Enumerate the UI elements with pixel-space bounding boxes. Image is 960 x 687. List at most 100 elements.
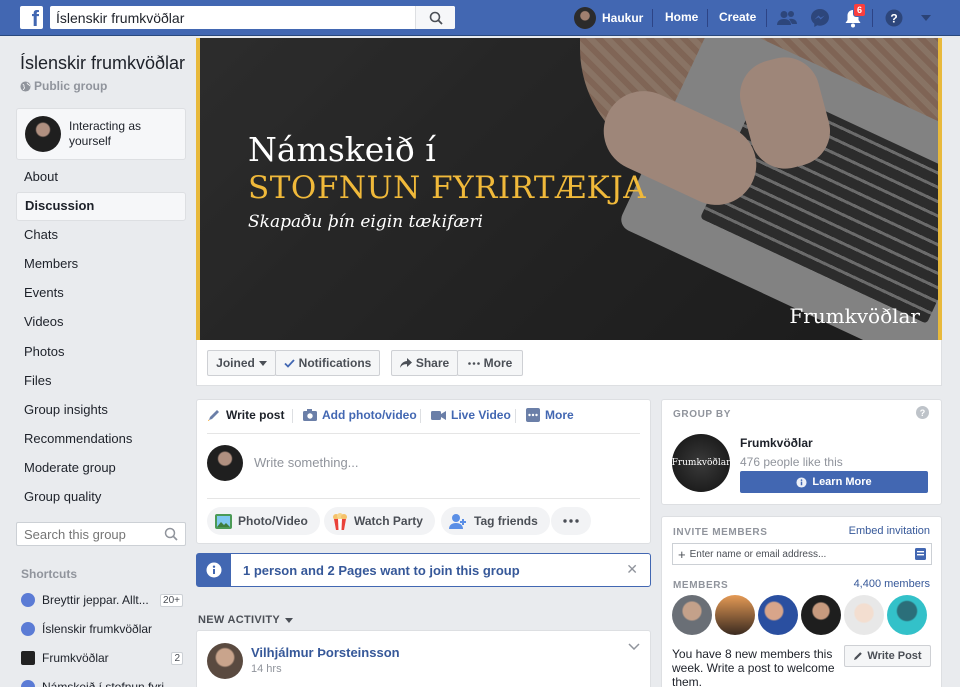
home-link[interactable]: Home — [665, 10, 698, 24]
shortcut-label: Íslenskir frumkvöðlar — [42, 622, 153, 636]
tab-more[interactable]: More — [526, 408, 574, 422]
shortcut-item[interactable]: Námskeið í stofnun fyri — [21, 677, 183, 687]
sidebar-item-about[interactable]: About — [16, 163, 186, 192]
member-avatars — [672, 595, 927, 635]
invite-input[interactable]: + Enter name or email address... — [672, 543, 932, 565]
sidebar-item-discussion[interactable]: Discussion — [16, 192, 186, 222]
friend-requests-button[interactable] — [776, 7, 798, 29]
contacts-icon[interactable] — [915, 548, 926, 560]
shortcut-label: Breyttir jeppar. Allt... — [42, 593, 149, 607]
page-likes: 476 people like this — [740, 455, 843, 469]
embed-invitation-link[interactable]: Embed invitation — [849, 525, 930, 537]
interacting-as-switcher[interactable]: Interacting as yourself — [16, 108, 186, 160]
sidebar-item-videos[interactable]: Videos — [16, 308, 186, 337]
nav-divider — [707, 9, 708, 27]
sidebar-item-chats[interactable]: Chats — [16, 221, 186, 250]
nav-divider — [872, 9, 873, 27]
shortcut-item[interactable]: Breyttir jeppar. Allt... 20+ — [21, 590, 183, 610]
sidebar-item-members[interactable]: Members — [16, 250, 186, 279]
sidebar-item-events[interactable]: Events — [16, 279, 186, 308]
feed-post: Vilhjálmur Þorsteinsson 14 hrs — [196, 630, 651, 687]
tab-divider — [420, 409, 421, 423]
watch-party-button[interactable]: Watch Party — [324, 507, 435, 535]
group-search-input[interactable] — [17, 523, 157, 545]
post-author-avatar[interactable] — [207, 643, 243, 679]
post-author-name[interactable]: Vilhjálmur Þorsteinsson — [251, 645, 400, 660]
sidebar-item-group-insights[interactable]: Group insights — [16, 396, 186, 425]
cover-photo[interactable]: Námskeið í STOFNUN FYRIRTÆKJA Skapaðu þí… — [196, 38, 942, 340]
profile-link[interactable]: Haukur — [574, 6, 643, 30]
cover-title-line2: STOFNUN FYRIRTÆKJA — [248, 170, 647, 206]
member-avatar[interactable] — [801, 595, 841, 635]
cover-title-line1: Námskeið í — [248, 130, 436, 169]
tab-write-post[interactable]: Write post — [207, 408, 284, 422]
join-requests-text[interactable]: 1 person and 2 Pages want to join this g… — [243, 563, 520, 578]
globe-icon — [20, 80, 31, 92]
help-icon[interactable]: ? — [916, 406, 929, 419]
facebook-logo[interactable]: f — [20, 6, 43, 29]
member-avatar[interactable] — [758, 595, 798, 635]
global-search-input[interactable] — [50, 6, 410, 29]
sidebar-item-photos[interactable]: Photos — [16, 338, 186, 367]
tab-divider — [515, 409, 516, 423]
messenger-icon — [811, 9, 829, 27]
member-avatar[interactable] — [844, 595, 884, 635]
photo-video-button[interactable]: Photo/Video — [207, 507, 320, 535]
chevron-down-icon[interactable] — [628, 643, 640, 650]
user-avatar — [574, 7, 596, 29]
sidebar-item-group-quality[interactable]: Group quality — [16, 483, 186, 512]
composer-more-button[interactable] — [551, 507, 591, 535]
group-name[interactable]: Íslenskir frumkvöðlar — [20, 53, 185, 74]
plus-icon: + — [678, 546, 686, 562]
notifications-settings-button[interactable]: Notifications — [275, 350, 380, 376]
global-search — [50, 6, 455, 29]
close-icon[interactable]: ✕ — [626, 561, 638, 578]
new-members-text: You have 8 new members this week. Write … — [672, 647, 835, 687]
tab-add-photo-video[interactable]: Add photo/video — [303, 408, 417, 422]
tab-live-video[interactable]: Live Video — [431, 408, 511, 422]
search-button[interactable] — [415, 6, 455, 29]
member-avatar[interactable] — [887, 595, 927, 635]
member-avatar[interactable] — [672, 595, 712, 635]
sidebar-item-recommendations[interactable]: Recommendations — [16, 425, 186, 454]
account-menu-button[interactable] — [915, 7, 937, 29]
messenger-button[interactable] — [809, 7, 831, 29]
shortcut-item[interactable]: Íslenskir frumkvöðlar — [21, 619, 183, 639]
group-icon — [21, 593, 35, 607]
joined-label: Joined — [216, 356, 255, 370]
more-label: More — [483, 356, 513, 370]
sidebar-item-moderate-group[interactable]: Moderate group — [16, 454, 186, 483]
page-logo[interactable]: Frumkvöðlar — [672, 434, 730, 492]
page-icon — [21, 651, 35, 665]
more-button[interactable]: More — [457, 350, 523, 376]
svg-text:?: ? — [920, 408, 926, 418]
shortcut-label: Námskeið í stofnun fyri — [42, 680, 165, 687]
user-name: Haukur — [602, 11, 644, 25]
shortcut-item[interactable]: Frumkvöðlar 2 — [21, 648, 183, 668]
page-name[interactable]: Frumkvöðlar — [740, 436, 813, 450]
search-icon[interactable] — [164, 527, 178, 541]
feed-sort-selector[interactable]: NEW ACTIVITY — [198, 614, 294, 626]
joined-button[interactable]: Joined — [207, 350, 276, 376]
top-navigation-bar: f Haukur Home Create 6 ? — [0, 0, 960, 36]
share-button[interactable]: Share — [391, 350, 458, 376]
join-requests-notice[interactable]: 1 person and 2 Pages want to join this g… — [196, 553, 651, 587]
shortcut-label: Frumkvöðlar — [42, 651, 109, 665]
feed-sort-label: NEW ACTIVITY — [198, 614, 281, 626]
create-link[interactable]: Create — [719, 10, 756, 24]
photo-icon — [215, 513, 232, 529]
info-icon — [796, 476, 807, 488]
user-avatar — [25, 116, 61, 152]
member-avatar[interactable] — [715, 595, 755, 635]
learn-more-label: Learn More — [812, 476, 872, 488]
sidebar-item-files[interactable]: Files — [16, 367, 186, 396]
members-count-link[interactable]: 4,400 members — [854, 578, 930, 590]
write-post-button[interactable]: Write Post — [844, 645, 931, 667]
tag-friends-button[interactable]: Tag friends — [441, 507, 550, 535]
composer-input[interactable]: Write something... — [254, 455, 359, 470]
more-box-icon — [526, 408, 540, 422]
group-icon — [21, 622, 35, 636]
post-timestamp[interactable]: 14 hrs — [251, 663, 282, 675]
help-button[interactable]: ? — [883, 7, 905, 29]
learn-more-button[interactable]: Learn More — [740, 471, 928, 493]
